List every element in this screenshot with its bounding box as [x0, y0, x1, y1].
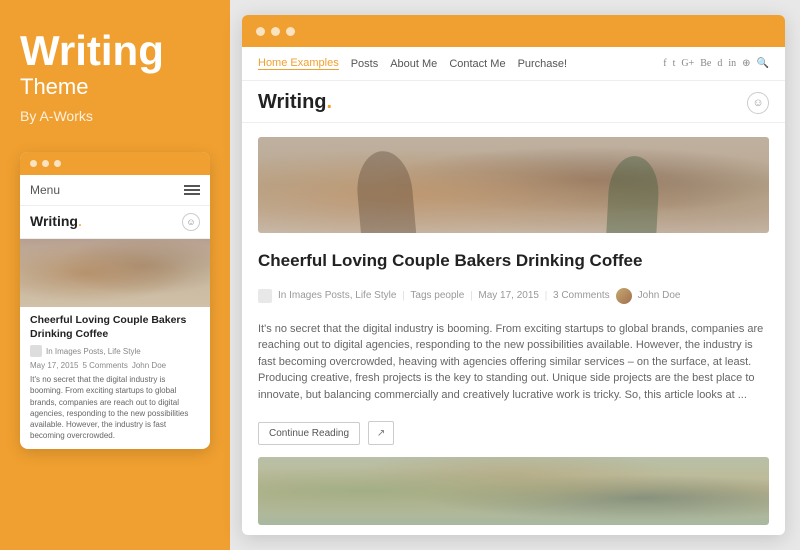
search-icon[interactable]: 🔍 [757, 58, 769, 69]
left-panel: Writing Theme By A-Works Menu Writing. ☺… [0, 0, 230, 550]
rss-icon: ⊕ [742, 58, 750, 69]
mobile-excerpt: It's no secret that the digital industry… [20, 374, 210, 449]
mobile-menu-label: Menu [30, 183, 60, 197]
article-hero-image [258, 137, 769, 233]
site-nav-icons: f t G+ Be d in ⊕ 🔍 [663, 58, 769, 69]
article-hero-bg [258, 137, 769, 233]
meta-sep-3: | [545, 290, 547, 301]
mobile-article-title: Cheerful Loving Couple Bakers Drinking C… [20, 307, 210, 345]
article-meta-date: May 17, 2015 [478, 290, 539, 301]
article2-hero-bg [258, 457, 769, 525]
browser-top-bar [242, 15, 785, 47]
nav-link-posts[interactable]: Posts [351, 58, 379, 70]
mobile-hero-image [20, 239, 210, 307]
nav-link-about[interactable]: About Me [390, 58, 437, 70]
right-panel: Home Examples Posts About Me Contact Me … [230, 0, 800, 550]
mobile-menu-bar: Menu [20, 175, 210, 206]
article-meta: In Images Posts, Life Style | Tags peopl… [258, 288, 769, 304]
browser-content: Home Examples Posts About Me Contact Me … [242, 47, 785, 535]
mobile-brand: Writing. [30, 213, 82, 231]
continue-reading-button[interactable]: Continue Reading [258, 422, 360, 445]
hamburger-icon [184, 185, 200, 195]
browser-dot-3 [286, 27, 295, 36]
site-brand-container: Writing. [258, 91, 332, 114]
mobile-meta-author: John Doe [132, 361, 166, 370]
mobile-avatar-icon: ☺ [182, 213, 200, 231]
nav-link-home[interactable]: Home Examples [258, 57, 339, 70]
browser-dot-1 [256, 27, 265, 36]
article-category-icon [258, 289, 272, 303]
article-excerpt: It's no secret that the digital industry… [258, 321, 769, 404]
mobile-meta-date: May 17, 2015 [30, 361, 78, 370]
mobile-dot-2 [42, 160, 49, 167]
mobile-meta-in: In Images Posts, Life Style [46, 347, 141, 356]
meta-sep-2: | [470, 290, 472, 301]
article-author-avatar [616, 288, 632, 304]
twitter-icon: t [673, 58, 676, 69]
dribbble-icon: d [717, 58, 722, 69]
meta-sep-1: | [402, 290, 404, 301]
browser-dot-2 [271, 27, 280, 36]
article2-hero-image [258, 457, 769, 525]
article-actions: Continue Reading ↗ [258, 421, 769, 445]
browser-window: Home Examples Posts About Me Contact Me … [242, 15, 785, 535]
behance-icon: Be [700, 58, 711, 69]
mobile-meta-row: In Images Posts, Life Style [20, 345, 210, 361]
site-header: Writing. ☺ [242, 81, 785, 123]
nav-link-purchase[interactable]: Purchase! [518, 58, 568, 70]
instagram-icon: in [728, 58, 736, 69]
article-meta-author: John Doe [638, 290, 681, 301]
article-meta-tags: Tags people [410, 290, 464, 301]
mobile-brand-bar: Writing. ☺ [20, 206, 210, 239]
share-button[interactable]: ↗ [368, 421, 394, 445]
theme-subtitle: Theme [20, 74, 88, 100]
mobile-meta-comments: 5 Comments [82, 361, 127, 370]
mobile-dot-1 [30, 160, 37, 167]
mobile-meta-date-row: May 17, 2015 5 Comments John Doe [20, 361, 210, 374]
mobile-top-bar [20, 152, 210, 175]
site-brand-dot: . [327, 91, 333, 113]
article-title: Cheerful Loving Couple Bakers Drinking C… [258, 251, 769, 271]
facebook-icon: f [663, 58, 666, 69]
site-main: Cheerful Loving Couple Bakers Drinking C… [242, 123, 785, 535]
mobile-dot-3 [54, 160, 61, 167]
nav-link-contact[interactable]: Contact Me [449, 58, 505, 70]
site-nav-links: Home Examples Posts About Me Contact Me … [258, 57, 567, 70]
site-header-avatar: ☺ [747, 92, 769, 114]
site-navbar: Home Examples Posts About Me Contact Me … [242, 47, 785, 81]
mobile-preview: Menu Writing. ☺ Cheerful Loving Couple B… [20, 152, 210, 449]
gplus-icon: G+ [681, 58, 694, 69]
article-meta-in: In Images Posts, Life Style [278, 290, 396, 301]
article-meta-comments: 3 Comments [553, 290, 610, 301]
site-brand-name: Writing [258, 91, 327, 113]
theme-title: Writing [20, 30, 164, 72]
mobile-meta-icon [30, 345, 42, 357]
theme-author: By A-Works [20, 108, 93, 124]
